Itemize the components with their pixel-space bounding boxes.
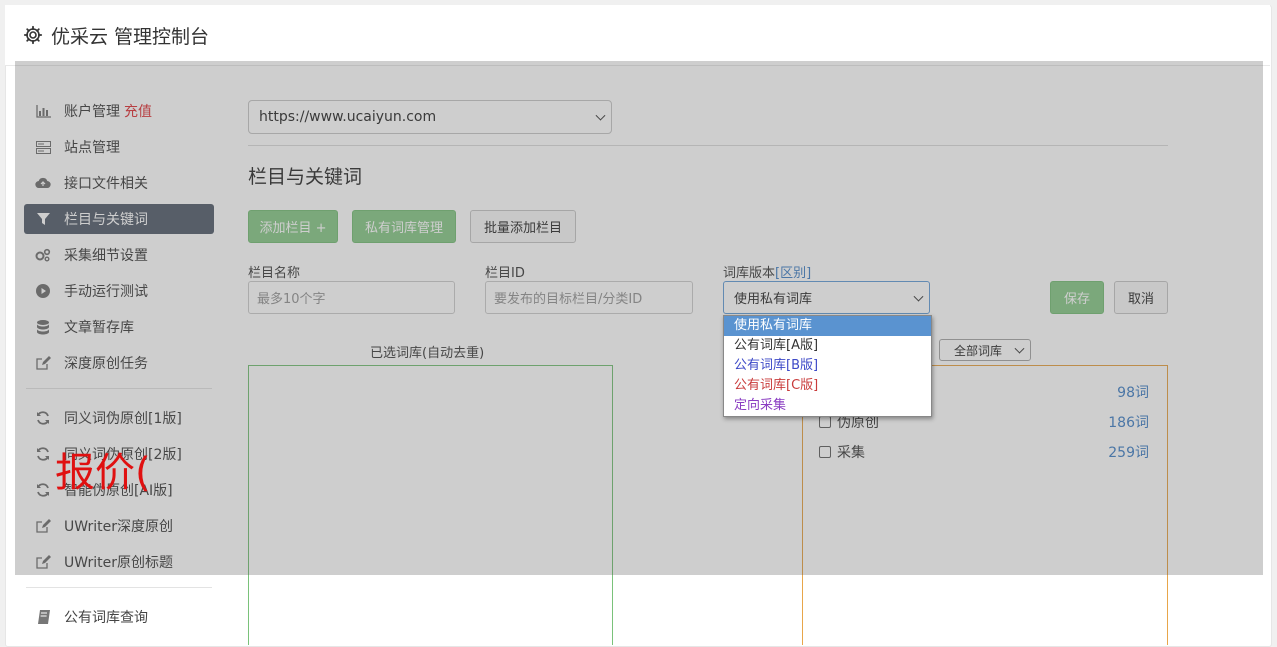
lib-row[interactable]: 采集 259词 [819, 442, 1149, 462]
filter-icon [35, 211, 51, 227]
lib-version-dropdown: 使用私有词库 公有词库[A版] 公有词库[B版] 公有词库[C版] 定向采集 [723, 315, 932, 417]
dropdown-option[interactable]: 定向采集 [724, 396, 931, 416]
server-icon [35, 139, 51, 155]
sidebar-item-label: UWriter原创标题 [64, 555, 173, 571]
lib-version-label: 词库版本[区别] [723, 262, 811, 281]
sidebar-item-label: 文章暂存库 [64, 320, 134, 336]
lib-count: 98词 [1117, 385, 1149, 401]
sidebar-item-synonym-v1[interactable]: 同义词伪原创[1版] [24, 403, 214, 433]
book-icon [35, 609, 51, 625]
sidebar-item-collect-settings[interactable]: 采集细节设置 [24, 240, 214, 270]
refresh-icon [35, 446, 51, 462]
sidebar-divider [26, 388, 212, 389]
column-name-label: 栏目名称 [248, 266, 301, 281]
sidebar-item-label: 采集细节设置 [64, 248, 148, 264]
lib-name: 采集 [837, 445, 865, 461]
sidebar-item-manual-run[interactable]: 手动运行测试 [24, 276, 214, 306]
selected-libs-title: 已选词库(自动去重) [370, 346, 485, 361]
column-name-input[interactable]: 最多10个字 [248, 281, 455, 314]
cancel-button[interactable]: 取消 [1114, 281, 1168, 314]
lib-version-value: 使用私有词库 [734, 292, 813, 307]
sidebar-item-sites[interactable]: 站点管理 [24, 132, 214, 162]
dropdown-option[interactable]: 公有词库[C版] [724, 376, 931, 396]
sidebar-item-columns[interactable]: 栏目与关键词 [24, 204, 214, 234]
chevron-down-icon [595, 110, 606, 121]
sidebar-item-label: 手动运行测试 [64, 284, 148, 300]
chevron-down-icon [1014, 343, 1025, 354]
refresh-icon [35, 410, 51, 426]
play-circle-icon [35, 283, 51, 299]
sidebar-item-label: 站点管理 [64, 140, 120, 156]
recharge-link[interactable]: 充值 [124, 101, 152, 121]
site-select-value: https://www.ucaiyun.com [259, 109, 437, 125]
lib-version-select[interactable]: 使用私有词库 [723, 281, 930, 314]
page-title: 栏目与关键词 [248, 166, 363, 188]
lib-checkbox[interactable] [819, 446, 831, 458]
refresh-icon [35, 482, 51, 498]
site-select[interactable]: https://www.ucaiyun.com [248, 100, 612, 134]
lib-version-text: 词库版本 [723, 266, 776, 281]
bar-chart-icon [35, 103, 51, 119]
sidebar-item-label: 接口文件相关 [64, 176, 148, 192]
app-title: 优采云 管理控制台 [51, 25, 210, 48]
sidebar: 账户管理 充值 站点管理 接口文件相关 栏目与关键词 采集细节设置 手动运行测试… [24, 96, 214, 638]
cloud-upload-icon [35, 175, 51, 191]
sidebar-item-label: UWriter深度原创 [64, 519, 173, 535]
dropdown-option[interactable]: 公有词库[B版] [724, 356, 931, 376]
all-libs-value: 全部词库 [954, 343, 1003, 358]
lib-count: 259词 [1108, 445, 1149, 461]
chevron-down-icon [913, 291, 924, 302]
save-button[interactable]: 保存 [1050, 281, 1104, 314]
all-libs-select[interactable]: 全部词库 [939, 339, 1031, 361]
sidebar-item-label: 账户管理 [64, 104, 120, 120]
column-id-label: 栏目ID [485, 266, 525, 281]
diff-link[interactable]: [区别] [775, 266, 811, 281]
column-id-input[interactable]: 要发布的目标栏目/分类ID [485, 281, 693, 314]
database-icon [35, 319, 51, 335]
edit-icon [35, 518, 51, 534]
sidebar-item-account[interactable]: 账户管理 充值 [24, 96, 214, 126]
sidebar-item-label: 深度原创任务 [64, 356, 148, 372]
divider [248, 145, 1168, 146]
price-watermark: 报价( [55, 450, 151, 496]
dropdown-option[interactable]: 使用私有词库 [724, 316, 931, 336]
sidebar-item-interface[interactable]: 接口文件相关 [24, 168, 214, 198]
sidebar-item-article-store[interactable]: 文章暂存库 [24, 312, 214, 342]
private-lib-button[interactable]: 私有词库管理 [352, 210, 456, 243]
sidebar-item-uwriter-deep[interactable]: UWriter深度原创 [24, 511, 214, 541]
sidebar-item-label: 同义词伪原创[1版] [64, 411, 182, 427]
sidebar-item-deep-original[interactable]: 深度原创任务 [24, 348, 214, 378]
sidebar-item-public-lib[interactable]: 公有词库查询 [24, 602, 214, 632]
edit-icon [35, 554, 51, 570]
add-column-button[interactable]: 添加栏目 + [248, 210, 338, 243]
app-header: 优采云 管理控制台 [5, 5, 1270, 66]
gear-icon [23, 25, 43, 45]
gears-icon [35, 247, 51, 263]
dropdown-option[interactable]: 公有词库[A版] [724, 336, 931, 356]
lib-count: 186词 [1108, 415, 1149, 431]
sidebar-item-label: 栏目与关键词 [64, 212, 148, 228]
batch-add-button[interactable]: 批量添加栏目 [470, 210, 576, 243]
selected-libs-box[interactable] [248, 365, 613, 645]
column-name-placeholder: 最多10个字 [257, 292, 326, 307]
sidebar-item-label: 公有词库查询 [64, 610, 148, 626]
sidebar-item-uwriter-title[interactable]: UWriter原创标题 [24, 547, 214, 577]
lib-checkbox[interactable] [819, 416, 831, 428]
sidebar-divider [26, 587, 212, 588]
column-id-placeholder: 要发布的目标栏目/分类ID [494, 292, 643, 307]
edit-icon [35, 355, 51, 371]
